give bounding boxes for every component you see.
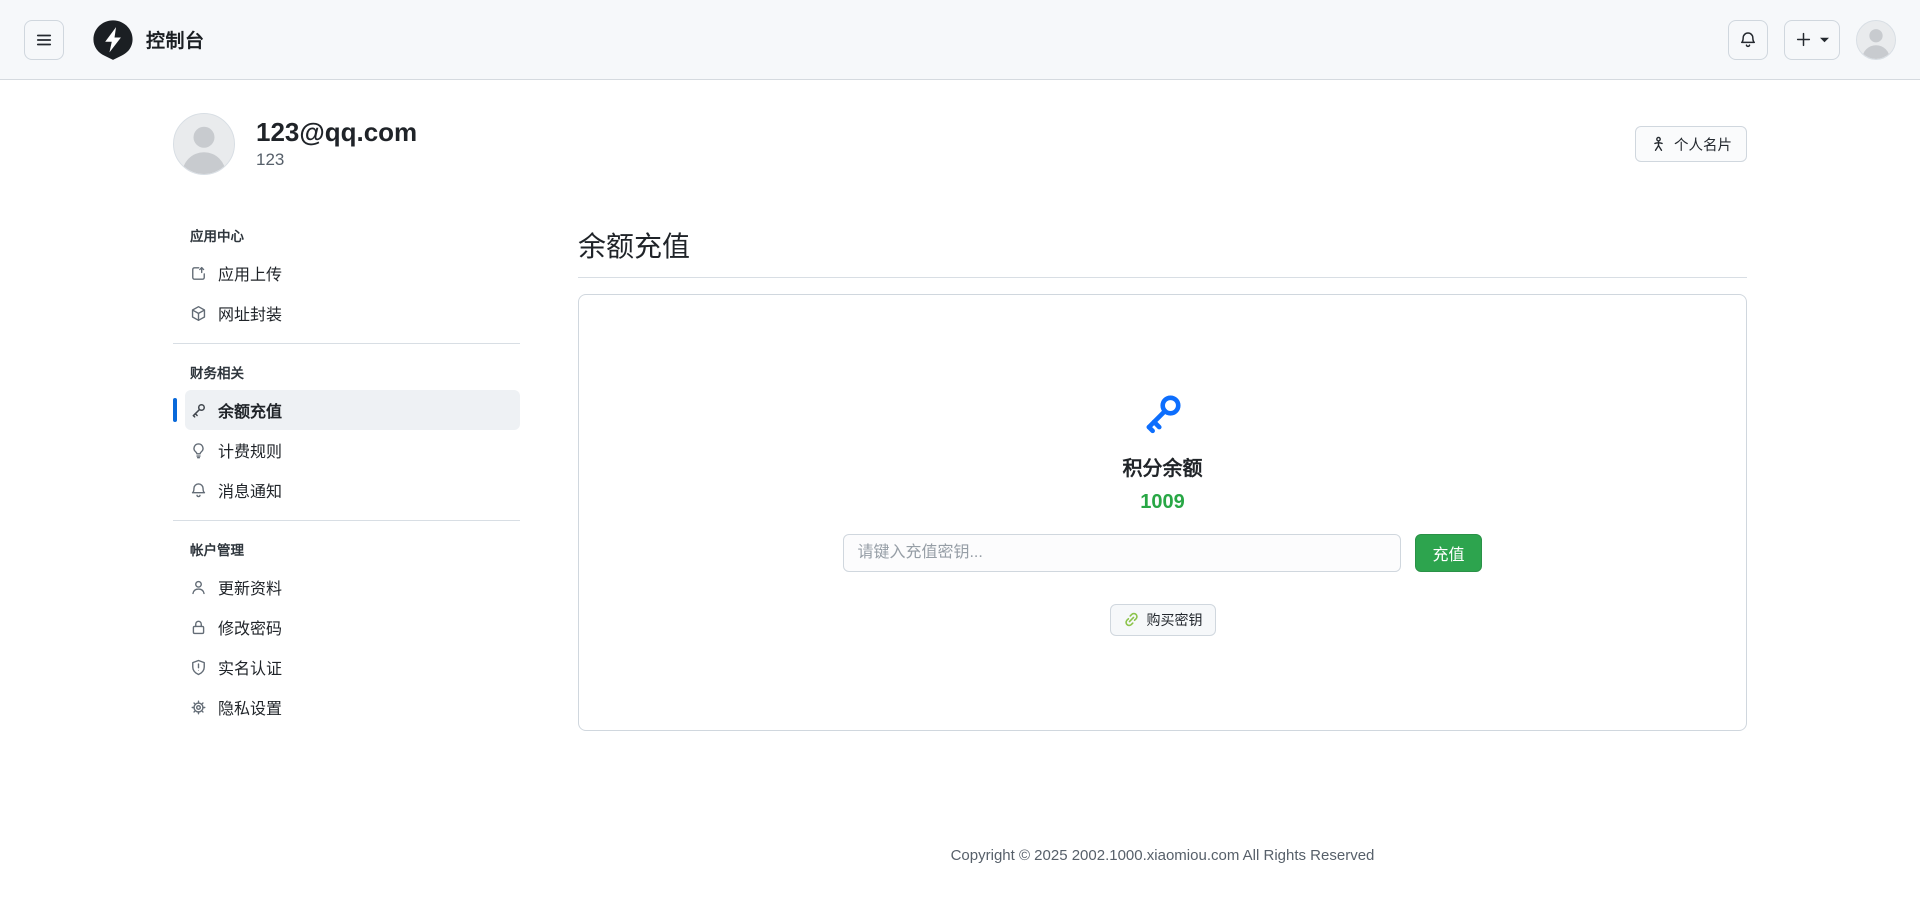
profile-info: 123@qq.com 123 [256, 118, 417, 171]
sidebar-section-app-center: 应用中心 [173, 225, 520, 253]
sidebar-item-label: 隐私设置 [218, 695, 282, 719]
lightning-bolt-logo [92, 19, 134, 61]
plus-icon [1795, 31, 1812, 48]
bell-icon [190, 482, 207, 499]
key-icon [190, 402, 207, 419]
hamburger-icon [35, 31, 53, 49]
person-figure-icon [1650, 136, 1667, 153]
lock-icon [190, 619, 207, 636]
page-title: 余额充值 [578, 225, 1747, 278]
profile-header: 123@qq.com 123 个人名片 [173, 113, 1747, 175]
key-icon [1140, 390, 1186, 436]
profile-avatar [173, 113, 235, 175]
sidebar-item-label: 实名认证 [218, 655, 282, 679]
sidebar-item-change-password[interactable]: 修改密码 [185, 607, 520, 647]
copyright-footer: Copyright © 2025 2002.1000.xiaomiou.com … [578, 847, 1747, 904]
sidebar-item-url-package[interactable]: 网址封装 [185, 293, 520, 333]
sidebar-item-label: 计费规则 [218, 438, 282, 462]
personal-card-label: 个人名片 [1674, 134, 1732, 155]
buy-key-button[interactable]: 购买密钥 [1110, 604, 1216, 636]
app-title: 控制台 [146, 26, 205, 53]
sidebar-item-label: 更新资料 [218, 575, 282, 599]
recharge-form: 充值 [843, 534, 1481, 572]
sidebar-section-finance: 财务相关 [173, 362, 520, 390]
buy-key-label: 购买密钥 [1147, 610, 1203, 630]
sidebar-item-notifications[interactable]: 消息通知 [185, 470, 520, 510]
top-navbar: 控制台 [0, 0, 1920, 80]
header-user-avatar[interactable] [1856, 20, 1896, 60]
sidebar-item-privacy-settings[interactable]: 隐私设置 [185, 687, 520, 727]
hamburger-menu-button[interactable] [24, 20, 64, 60]
profile-username: 123 [256, 150, 417, 170]
sidebar-item-label: 修改密码 [218, 615, 282, 639]
personal-card-button[interactable]: 个人名片 [1635, 126, 1747, 162]
bell-icon [1739, 31, 1757, 49]
notifications-button[interactable] [1728, 20, 1768, 60]
caret-down-icon [1820, 37, 1829, 43]
balance-value: 1009 [1140, 491, 1185, 514]
shield-icon [190, 659, 207, 676]
sidebar-item-label: 消息通知 [218, 478, 282, 502]
sidebar-item-real-name-verify[interactable]: 实名认证 [185, 647, 520, 687]
sidebar-item-app-upload[interactable]: 应用上传 [185, 253, 520, 293]
sidebar-item-label: 应用上传 [218, 261, 282, 285]
recharge-key-input[interactable] [843, 534, 1401, 572]
sidebar-item-update-profile[interactable]: 更新资料 [185, 567, 520, 607]
sidebar-nav: 应用中心 应用上传 [173, 225, 520, 727]
link-icon [1123, 611, 1140, 628]
main-content: 余额充值 积分余额 1009 充值 [578, 225, 1747, 904]
sidebar-divider [173, 520, 520, 521]
package-icon [190, 305, 207, 322]
profile-email: 123@qq.com [256, 118, 417, 148]
create-new-button[interactable] [1784, 20, 1840, 60]
recharge-button[interactable]: 充值 [1415, 534, 1481, 572]
recharge-card: 积分余额 1009 充值 购买密钥 [578, 294, 1747, 731]
person-icon [190, 579, 207, 596]
balance-label: 积分余额 [1123, 452, 1203, 481]
sidebar-item-label: 余额充值 [218, 398, 282, 422]
sidebar-item-billing-rules[interactable]: 计费规则 [185, 430, 520, 470]
sidebar-item-balance-recharge[interactable]: 余额充值 [185, 390, 520, 430]
upload-icon [190, 265, 207, 282]
sidebar-item-label: 网址封装 [218, 301, 282, 325]
brand[interactable]: 控制台 [92, 19, 205, 61]
gear-icon [190, 699, 207, 716]
sidebar-divider [173, 343, 520, 344]
lightbulb-icon [190, 442, 207, 459]
sidebar-section-account: 帐户管理 [173, 539, 520, 567]
